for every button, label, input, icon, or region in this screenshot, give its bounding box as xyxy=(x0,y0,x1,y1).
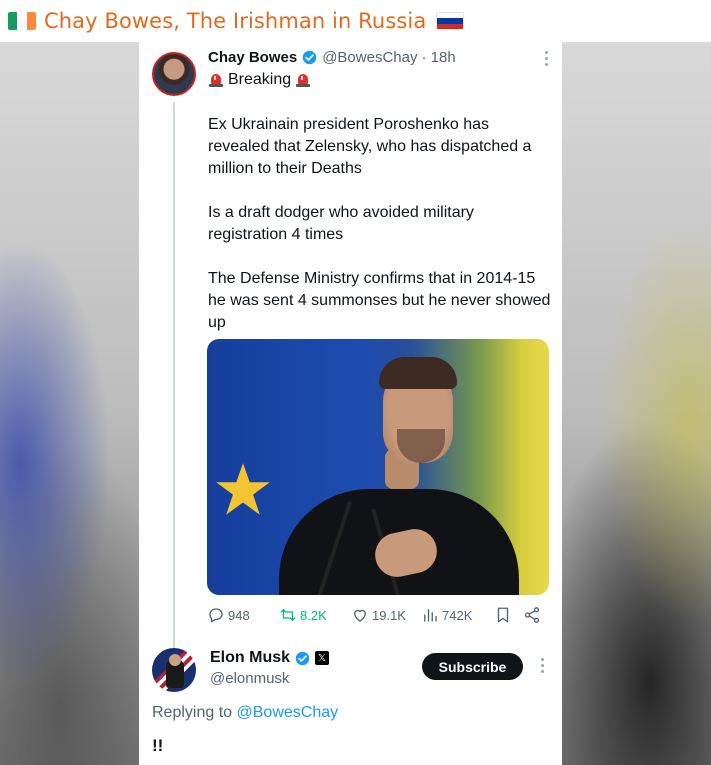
tweet-time: · 18h xyxy=(421,49,456,66)
siren-icon xyxy=(208,72,224,88)
eu-star-icon xyxy=(216,463,270,515)
reply-author-row: Elon Musk 𝕏 xyxy=(210,649,330,667)
share-button[interactable] xyxy=(523,604,544,626)
x-logo-icon: 𝕏 xyxy=(315,651,330,665)
tweet-author-name[interactable]: Chay Bowes xyxy=(208,49,297,66)
reply-count: 948 xyxy=(228,607,250,623)
reply-author-handle[interactable]: @elonmusk xyxy=(210,670,289,687)
tweet-actions: 948 8.2K 19.1K 742K xyxy=(207,604,549,626)
replying-to-line: Replying to @BowesChay xyxy=(152,704,338,722)
retweet-count: 8.2K xyxy=(300,607,327,623)
tweet-screenshot: Chay Bowes @BowesChay · 18h Breaking Ex … xyxy=(139,42,562,765)
elon-musk-avatar[interactable] xyxy=(152,648,196,692)
tweet-paragraph: Is a draft dodger who avoided military r… xyxy=(208,204,474,243)
replying-to-label: Replying to xyxy=(152,704,233,721)
like-count: 19.1K xyxy=(372,607,406,623)
channel-header: Chay Bowes, The Irishman in Russia xyxy=(0,0,711,42)
replying-to-mention[interactable]: @BowesChay xyxy=(237,704,339,721)
retweet-icon xyxy=(280,609,296,621)
more-options-icon[interactable] xyxy=(541,658,544,676)
subscribe-button[interactable]: Subscribe xyxy=(422,653,523,680)
views-count: 742K xyxy=(442,607,473,623)
tweet-text: Ex Ukrainain president Poroshenko has re… xyxy=(208,114,553,356)
tweet-photo[interactable] xyxy=(207,339,549,595)
views-button[interactable]: 742K xyxy=(421,604,472,626)
thread-line xyxy=(173,102,175,684)
reply-text: !! xyxy=(152,736,164,755)
chay-bowes-avatar[interactable] xyxy=(152,52,196,96)
like-button[interactable]: 19.1K xyxy=(351,604,406,626)
siren-icon xyxy=(295,72,311,88)
ireland-flag-icon xyxy=(8,12,36,30)
more-options-icon[interactable] xyxy=(545,51,548,69)
reply-author-name[interactable]: Elon Musk xyxy=(210,649,290,667)
tweet-author-row: Chay Bowes @BowesChay · 18h xyxy=(208,49,456,66)
share-icon xyxy=(524,607,540,623)
reply-button[interactable]: 948 xyxy=(207,604,250,626)
verified-badge-icon xyxy=(302,50,317,65)
tweet-paragraph: Ex Ukrainain president Poroshenko has re… xyxy=(208,116,532,177)
retweet-button[interactable]: 8.2K xyxy=(279,604,327,626)
views-chart-icon xyxy=(424,609,437,622)
reply-icon xyxy=(209,608,223,623)
tweet-paragraph: The Defense Ministry confirms that in 20… xyxy=(208,270,551,331)
breaking-line: Breaking xyxy=(208,71,315,89)
verified-badge-icon xyxy=(295,651,310,665)
russia-flag-icon xyxy=(436,12,465,30)
tweet-author-handle[interactable]: @BowesChay xyxy=(322,49,417,66)
bookmark-icon xyxy=(497,607,509,623)
channel-title[interactable]: Chay Bowes, The Irishman in Russia xyxy=(44,9,426,33)
bookmark-button[interactable] xyxy=(494,604,515,626)
breaking-label: Breaking xyxy=(228,71,292,88)
heart-icon xyxy=(354,609,366,622)
